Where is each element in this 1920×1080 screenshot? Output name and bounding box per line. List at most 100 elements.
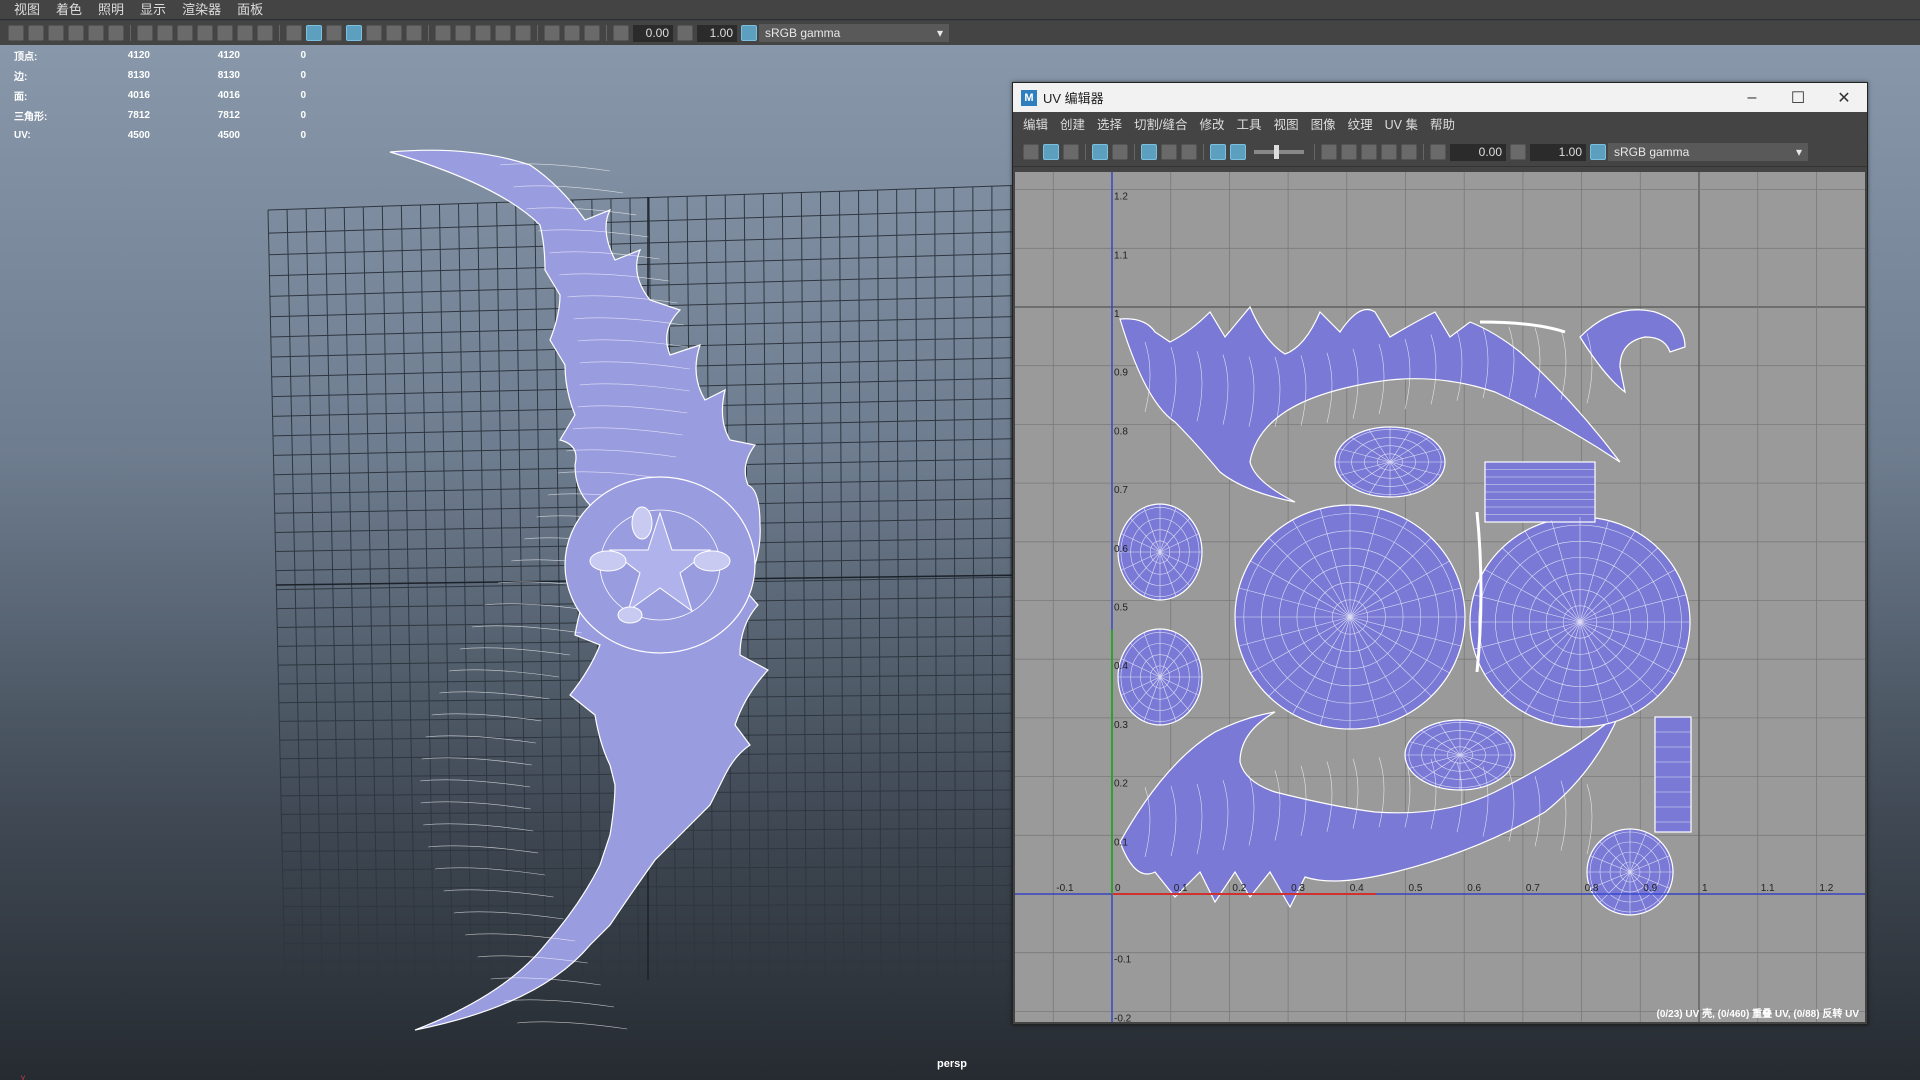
uv-lock-icon[interactable] xyxy=(1361,144,1377,160)
grid-line xyxy=(991,186,994,981)
depth-of-field-icon[interactable] xyxy=(495,25,511,41)
xray-icon[interactable] xyxy=(544,25,560,41)
camera-attr-icon[interactable] xyxy=(28,25,44,41)
xray-components-icon[interactable] xyxy=(584,25,600,41)
uv-menu-view[interactable]: 视图 xyxy=(1268,115,1305,135)
uv-menu-create[interactable]: 创建 xyxy=(1054,115,1091,135)
anti-alias-icon[interactable] xyxy=(475,25,491,41)
grid-line xyxy=(458,203,472,981)
wire-line xyxy=(423,823,534,832)
colorspace-dropdown[interactable]: sRGB gamma ▾ xyxy=(759,24,949,42)
menu-show[interactable]: 显示 xyxy=(132,0,174,20)
uv-canvas[interactable]: -0.1 0 0.1 0.2 0.3 0.4 0.5 0.6 0.7 0.8 0.9 1 1.1 1.2 1… xyxy=(1015,172,1865,1022)
wireframe-icon[interactable] xyxy=(286,25,302,41)
gamma-icon[interactable] xyxy=(677,25,693,41)
smooth-shade-icon[interactable] xyxy=(306,25,322,41)
uv-menu-image[interactable]: 图像 xyxy=(1305,115,1342,135)
uv-menu-select[interactable]: 选择 xyxy=(1091,115,1128,135)
uv-pixel-snap-icon[interactable] xyxy=(1321,144,1337,160)
uv-gamma-field[interactable]: 1.00 xyxy=(1530,143,1586,161)
blade-center-disc[interactable] xyxy=(564,476,756,654)
uv-colormgmt-icon[interactable] xyxy=(1590,144,1606,160)
shadows-icon[interactable] xyxy=(406,25,422,41)
field-chart-icon[interactable] xyxy=(217,25,233,41)
uv-shaded-icon[interactable] xyxy=(1092,144,1108,160)
ambient-occlusion-icon[interactable] xyxy=(435,25,451,41)
uv-menu-textures[interactable]: 纹理 xyxy=(1342,115,1379,135)
u-tick-label: 1.2 xyxy=(1819,883,1833,894)
uv-texture-icon[interactable] xyxy=(1141,144,1157,160)
default-material-icon[interactable] xyxy=(326,25,342,41)
uv-colorspace-dropdown[interactable]: sRGB gamma ▾ xyxy=(1608,143,1808,161)
safe-title-icon[interactable] xyxy=(257,25,273,41)
uv-brightness-slider[interactable] xyxy=(1254,145,1304,159)
menu-panels[interactable]: 面板 xyxy=(229,0,271,20)
gate-mask-icon[interactable] xyxy=(197,25,213,41)
menu-shading[interactable]: 着色 xyxy=(48,0,90,20)
uv-checker-icon[interactable] xyxy=(1043,144,1059,160)
uv-shell-hook[interactable] xyxy=(1579,309,1686,394)
uv-rgb-icon[interactable] xyxy=(1210,144,1226,160)
close-icon[interactable]: ✕ xyxy=(1821,83,1867,112)
hud-row-uv: UV: 4500 4500 0 xyxy=(14,125,306,145)
color-management-icon[interactable] xyxy=(741,25,757,41)
poly-count-hud: 顶点: 4120 4120 0 边: 8130 8130 0 面: 4016 4016 0 三角形… xyxy=(14,45,306,145)
isolate-select-icon[interactable] xyxy=(515,25,531,41)
exposure-field[interactable]: 0.00 xyxy=(633,24,673,42)
uv-exposure-field[interactable]: 0.00 xyxy=(1450,143,1506,161)
safe-action-icon[interactable] xyxy=(237,25,253,41)
uv-shell-strip-2[interactable] xyxy=(1654,716,1692,833)
xray-joints-icon[interactable] xyxy=(564,25,580,41)
uv-menu-tools[interactable]: 工具 xyxy=(1231,115,1268,135)
toolbar-divider xyxy=(1085,144,1086,160)
uv-image-range-icon[interactable] xyxy=(1341,144,1357,160)
film-gate-icon[interactable] xyxy=(157,25,173,41)
textured-icon[interactable] xyxy=(366,25,382,41)
slider-thumb[interactable] xyxy=(1274,145,1279,159)
hud-row-vertex: 顶点: 4120 4120 0 xyxy=(14,45,306,65)
uv-iso-icon[interactable] xyxy=(1381,144,1397,160)
exposure-icon[interactable] xyxy=(613,25,629,41)
image-plane-icon[interactable] xyxy=(68,25,84,41)
uv-exposure-icon[interactable] xyxy=(1430,144,1446,160)
grid-line xyxy=(477,203,491,981)
lights-icon[interactable] xyxy=(386,25,402,41)
wire-line xyxy=(443,889,554,898)
maximize-icon[interactable]: ☐ xyxy=(1775,83,1821,112)
uv-wire-icon[interactable] xyxy=(1112,144,1128,160)
uv-menu-edit[interactable]: 编辑 xyxy=(1017,115,1054,135)
uv-menu-help[interactable]: 帮助 xyxy=(1424,115,1461,135)
uv-gamma-icon[interactable] xyxy=(1510,144,1526,160)
uv-distortion-icon[interactable] xyxy=(1063,144,1079,160)
uv-dim-icon[interactable] xyxy=(1161,144,1177,160)
uv-menu-modify[interactable]: 修改 xyxy=(1194,115,1231,135)
uv-menu-uvsets[interactable]: UV 集 xyxy=(1379,115,1424,135)
grease-pencil-icon[interactable] xyxy=(108,25,124,41)
wire-line xyxy=(420,801,531,810)
grid-line xyxy=(284,960,1031,963)
uv-alpha-icon[interactable] xyxy=(1230,144,1246,160)
gamma-field[interactable]: 1.00 xyxy=(697,24,737,42)
2d-pan-icon[interactable] xyxy=(88,25,104,41)
uv-menu-cut-sew[interactable]: 切割/缝合 xyxy=(1128,115,1193,135)
uv-snapshot-icon[interactable] xyxy=(1181,144,1197,160)
grid-line xyxy=(381,206,398,981)
bookmark-icon[interactable] xyxy=(48,25,64,41)
uv-editor-titlebar[interactable]: M UV 编辑器 – ☐ ✕ xyxy=(1013,83,1867,112)
uv-grid-icon[interactable] xyxy=(1023,144,1039,160)
menu-renderer[interactable]: 渲染器 xyxy=(174,0,229,20)
uv-shell-blade-bottom[interactable] xyxy=(1119,711,1621,909)
camera-icon[interactable] xyxy=(8,25,24,41)
hud-value: 0 xyxy=(300,69,306,81)
uv-psd-icon[interactable] xyxy=(1401,144,1417,160)
grid-icon[interactable] xyxy=(137,25,153,41)
resolution-gate-icon[interactable] xyxy=(177,25,193,41)
wireframe-on-shaded-icon[interactable] xyxy=(346,25,362,41)
hud-label: 三角形: xyxy=(14,111,48,123)
minimize-icon[interactable]: – xyxy=(1729,83,1775,112)
hud-value: 0 xyxy=(300,129,306,141)
menu-view[interactable]: 视图 xyxy=(6,0,48,20)
motion-blur-icon[interactable] xyxy=(455,25,471,41)
uv-editor-toolbar: 0.00 1.00 sRGB gamma ▾ xyxy=(1013,138,1867,167)
menu-lighting[interactable]: 照明 xyxy=(90,0,132,20)
